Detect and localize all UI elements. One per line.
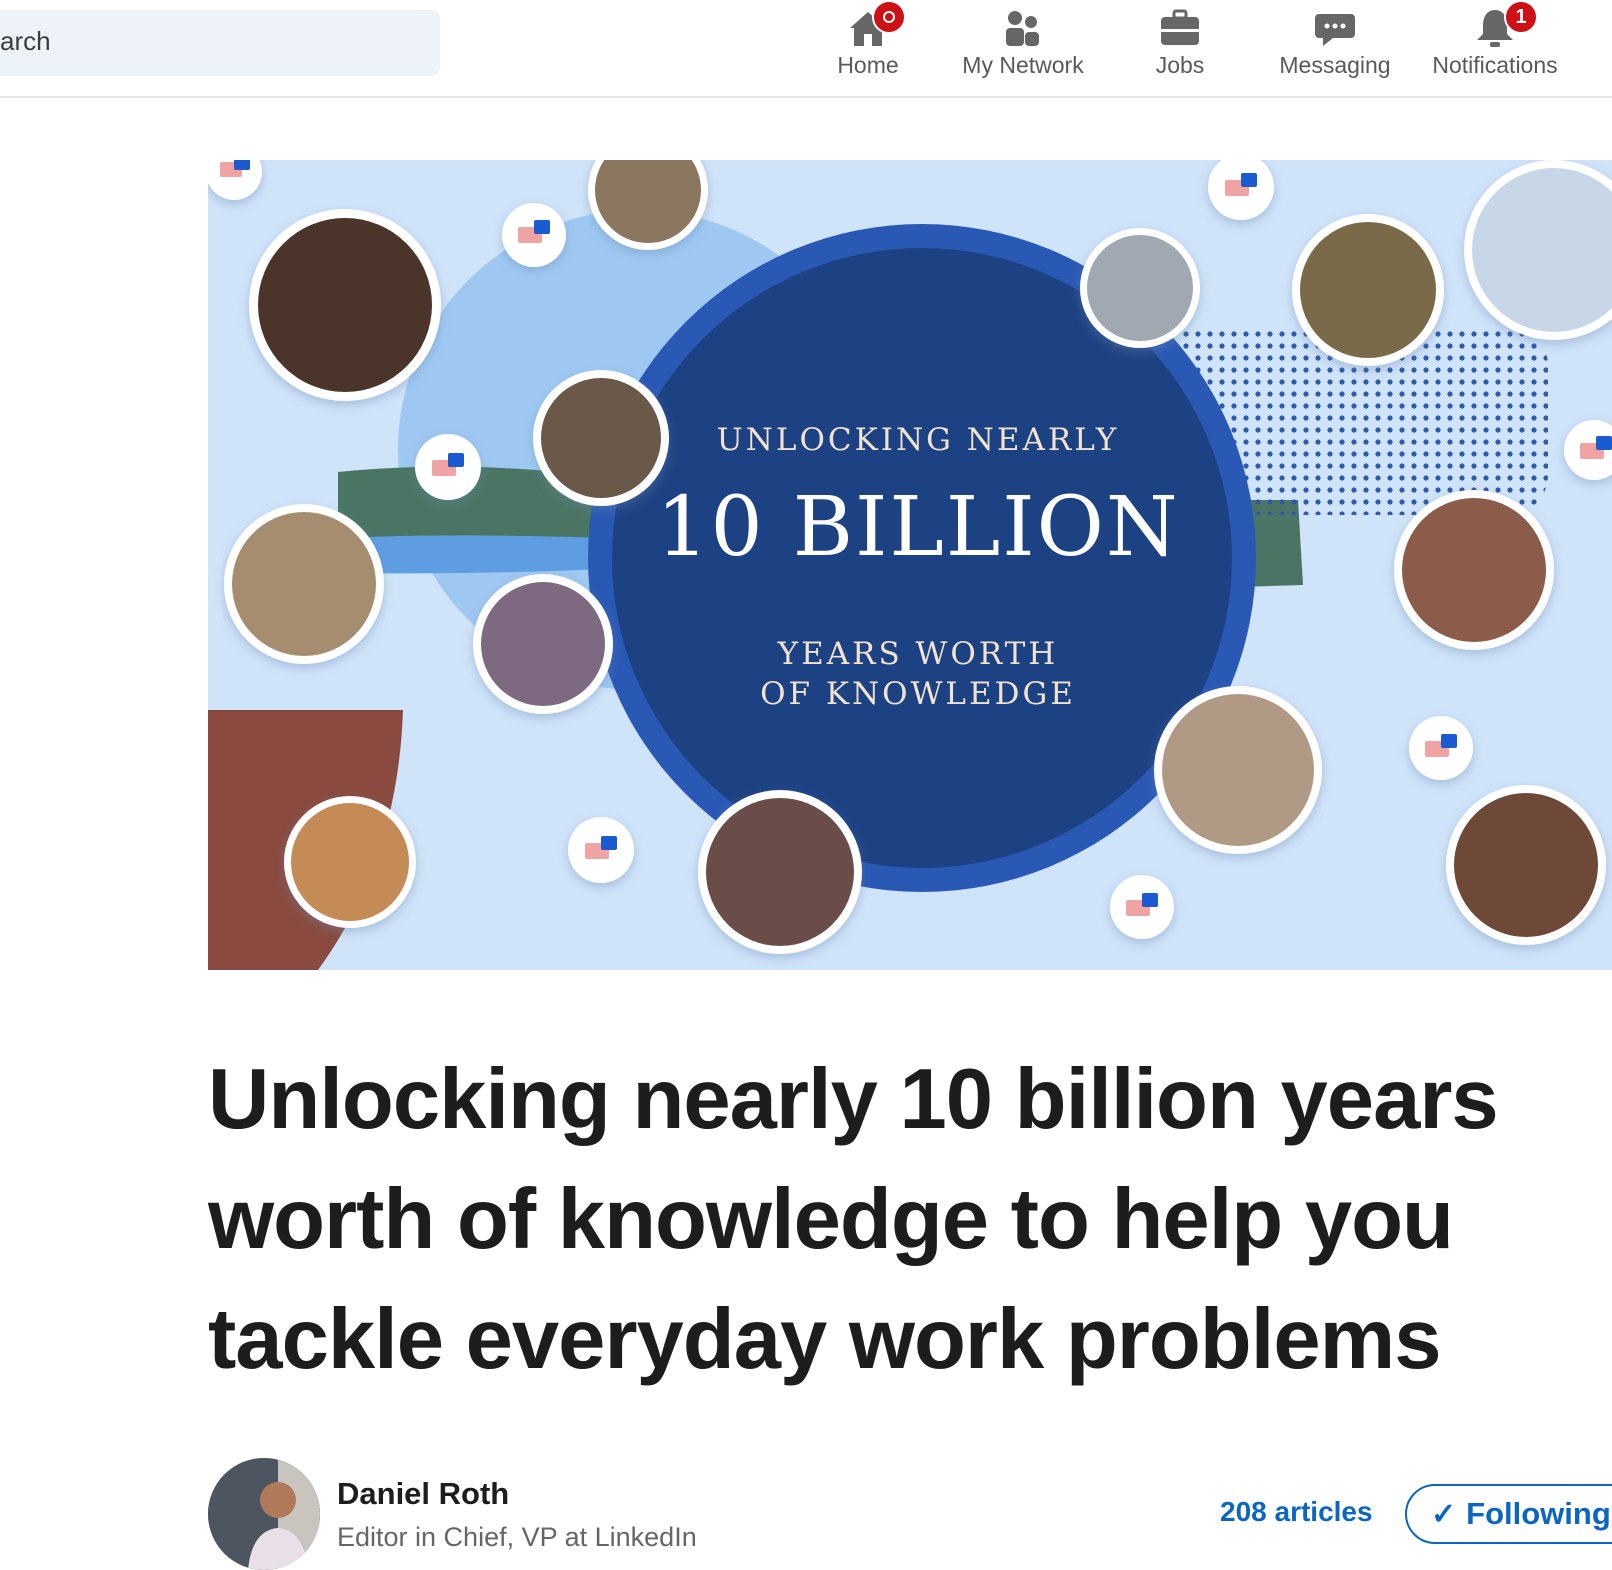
article-headline-line3: tackle everyday work problems [208, 1292, 1441, 1387]
banner-text-line1: UNLOCKING NEARLY [716, 422, 1120, 458]
nav-home[interactable]: Home [818, 0, 918, 96]
banner-text-line3: YEARS WORTH OF KNOWLEDGE [668, 634, 1168, 714]
notifications-badge: 1 [1504, 0, 1538, 34]
following-button[interactable]: ✓ Following [1405, 1484, 1612, 1544]
search-input[interactable]: arch [0, 10, 440, 76]
nav-messaging[interactable]: Messaging [1270, 0, 1400, 96]
author-articles-link[interactable]: 208 articles [1220, 1496, 1373, 1528]
article-headline-line2: worth of knowledge to help you [208, 1172, 1454, 1267]
author-name[interactable]: Daniel Roth [337, 1476, 509, 1512]
top-navigation-bar: arch Home My Network Jobs Messaging 1 No… [0, 0, 1612, 98]
search-input-text: arch [0, 26, 51, 56]
nav-notifications[interactable]: 1 Notifications [1420, 0, 1570, 96]
briefcase-icon [1161, 9, 1199, 45]
messaging-icon [1315, 14, 1355, 46]
nav-jobs[interactable]: Jobs [1130, 0, 1230, 96]
author-avatar[interactable] [208, 1458, 320, 1570]
checkmark-icon: ✓ [1431, 1497, 1457, 1531]
banner-text-line2: 10 BILLION [656, 480, 1180, 575]
nav-jobs-label: Jobs [1155, 52, 1205, 78]
following-button-label: Following [1466, 1496, 1611, 1531]
nav-notifications-label: Notifications [1432, 52, 1558, 78]
nav-my-network[interactable]: My Network [948, 0, 1098, 96]
article-headline: Unlocking nearly 10 billion years worth … [208, 1040, 1608, 1400]
nav-my-network-label: My Network [962, 52, 1084, 78]
nav-home-label: Home [837, 52, 899, 78]
nav-messaging-label: Messaging [1279, 52, 1391, 78]
network-icon [1006, 11, 1039, 46]
article-banner-image: UNLOCKING NEARLY 10 BILLION YEARS WORTH … [208, 160, 1612, 970]
article-headline-line1: Unlocking nearly 10 billion years [208, 1052, 1499, 1147]
banner-text-line3a: YEARS WORTH [777, 636, 1059, 672]
author-headline: Editor in Chief, VP at LinkedIn [337, 1522, 697, 1552]
home-notification-dot [872, 0, 906, 34]
banner-text-line3b: OF KNOWLEDGE [760, 676, 1076, 712]
author-avatar-image [208, 1458, 320, 1570]
